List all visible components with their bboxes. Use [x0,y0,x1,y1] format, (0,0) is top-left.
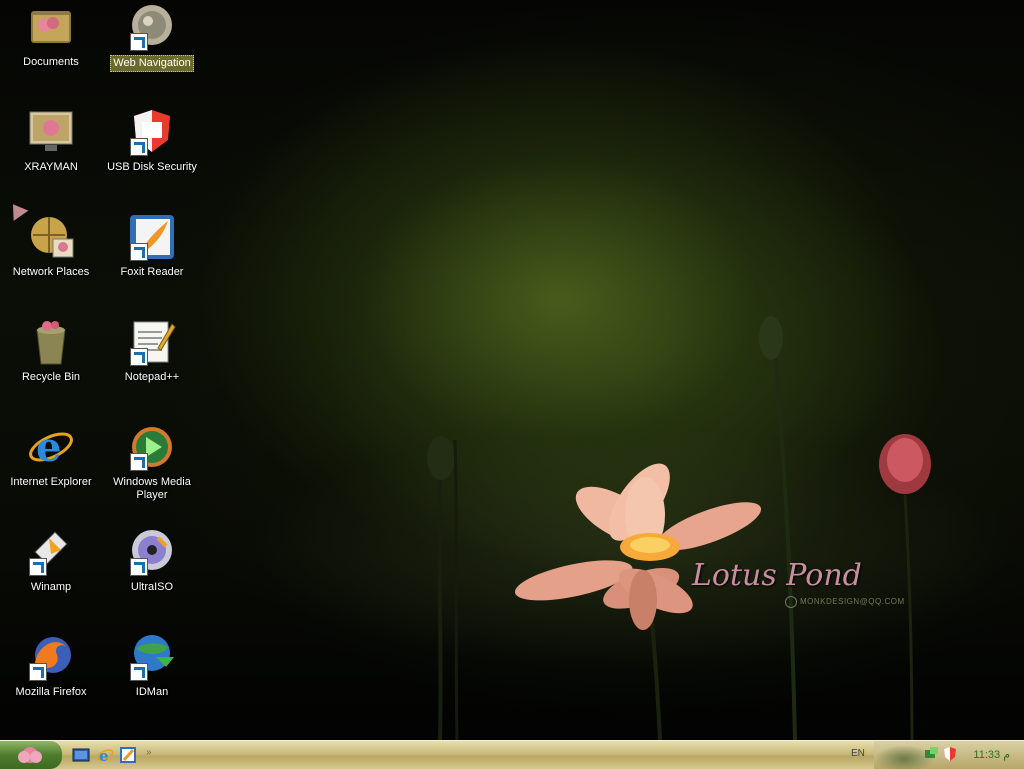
documents-icon [27,3,75,51]
desktop-icon-label: Documents [23,56,79,68]
windows-media-player-icon [128,423,176,471]
notepad-plus-plus-icon [128,318,176,366]
show-desktop-icon [72,748,90,762]
svg-text:e: e [99,747,109,764]
foxit-reader-icon [120,747,136,763]
system-tray: 11:33 م [874,741,1024,769]
wallpaper-credit-text: MONKDESIGN@QQ.COM [800,597,905,607]
quicklaunch-show-desktop[interactable] [72,746,90,764]
winamp-icon [27,528,75,576]
taskbar-clock[interactable]: 11:33 م [973,748,1010,761]
shortcut-arrow-icon [29,558,47,576]
language-indicator[interactable]: EN [851,748,865,759]
desktop-icon-label: XRAYMAN [24,161,78,173]
internet-explorer-icon: e [96,747,114,765]
desktop-icon-label: USB Disk Security [107,161,197,173]
usb-disk-security-icon [128,108,176,156]
svg-text:e: e [36,424,61,471]
desktop-icon-network-places[interactable]: Network Places [1,213,101,280]
desktop-icon-foxit-reader[interactable]: Foxit Reader [102,213,202,280]
idman-icon [128,633,176,681]
desktop-icon-label: Mozilla Firefox [15,686,87,698]
network-places-icon [27,213,75,261]
desktop-icon-internet-explorer[interactable]: e Internet Explorer [1,423,101,490]
desktop-icon-winamp[interactable]: Winamp [1,528,101,595]
taskbar: e » EN 11:33 م [0,740,1024,769]
mozilla-firefox-icon [27,633,75,681]
desktop: Lotus Pond MONKDESIGN@QQ.COM Documents X… [0,0,1024,740]
wallpaper-credit: MONKDESIGN@QQ.COM [785,596,905,608]
desktop-icon-documents[interactable]: Documents [1,3,101,70]
xrayman-icon [27,108,75,156]
desktop-icon-web-navigation[interactable]: Web Navigation [102,3,202,72]
desktop-icon-label: Foxit Reader [120,266,184,278]
desktop-icon-label: Internet Explorer [10,476,92,488]
desktop-icon-usb-disk-security[interactable]: USB Disk Security [102,108,202,175]
credit-icon [785,596,797,608]
shortcut-arrow-icon [130,138,148,156]
internet-explorer-icon: e [27,423,75,471]
shortcut-arrow-icon [130,33,148,51]
desktop-icon-label: Windows Media Player [113,476,191,501]
foxit-reader-icon [128,213,176,261]
shortcut-arrow-icon [130,243,148,261]
desktop-icon-recycle-bin[interactable]: Recycle Bin [1,318,101,385]
desktop-icon-xrayman[interactable]: XRAYMAN [1,108,101,175]
desktop-icon-label: Recycle Bin [21,371,81,383]
shortcut-arrow-icon [29,663,47,681]
desktop-icon-windows-media-player[interactable]: Windows Media Player [102,423,202,503]
start-button[interactable] [0,741,62,769]
desktop-icon-label: Network Places [12,266,90,278]
desktop-icon-label: IDMan [135,686,169,698]
desktop-icon-mozilla-firefox[interactable]: Mozilla Firefox [1,633,101,700]
desktop-icon-ultraiso[interactable]: UltraISO [102,528,202,595]
desktop-icon-label: Web Navigation [110,55,194,72]
shortcut-arrow-icon [130,558,148,576]
quicklaunch-internet-explorer[interactable]: e [96,746,114,765]
desktop-icon-label: UltraISO [130,581,174,593]
recycle-bin-icon [27,318,75,366]
lotus-start-icon [18,747,42,763]
desktop-icon-idman[interactable]: IDMan [102,633,202,700]
usb-disk-security-tray-icon[interactable] [942,746,958,762]
ultraiso-icon [128,528,176,576]
shortcut-arrow-icon [130,348,148,366]
shortcut-arrow-icon [130,663,148,681]
wallpaper-title: Lotus Pond [692,558,862,593]
desktop-icon-notepad-plus-plus[interactable]: Notepad++ [102,318,202,385]
shortcut-arrow-icon [130,453,148,471]
web-navigation-icon [128,3,176,51]
quicklaunch-overflow-icon[interactable]: » [146,747,164,765]
desktop-icon-label: Notepad++ [124,371,180,383]
network-tray-icon[interactable] [924,746,940,762]
quicklaunch-foxit-reader[interactable] [119,746,137,764]
desktop-icon-label: Winamp [30,581,72,593]
